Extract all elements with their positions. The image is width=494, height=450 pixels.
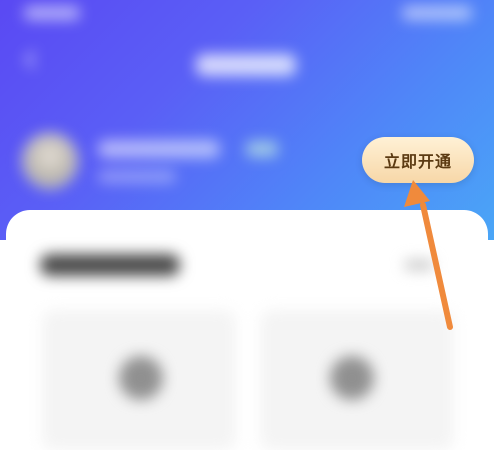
annotation-arrow-head <box>404 180 430 207</box>
annotation-arrow-icon <box>404 180 453 330</box>
annotation-arrow-shaft <box>420 202 453 330</box>
